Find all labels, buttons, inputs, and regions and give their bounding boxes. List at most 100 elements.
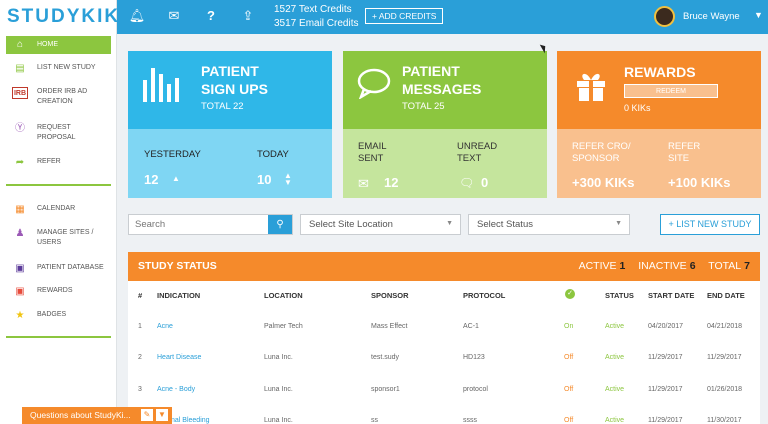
row-sponsor: sponsor1 <box>371 386 400 393</box>
site-location-value: Select Site Location <box>309 219 393 230</box>
messages-total: TOTAL 25 <box>402 101 445 112</box>
sidebar-item-request-proposal[interactable]: Ⓨ REQUEST PROPOSAL <box>6 123 111 143</box>
star-icon: ★ <box>15 310 25 321</box>
sidebar-divider <box>6 336 111 338</box>
sidebar-item-home[interactable]: ⌂ HOME <box>6 36 111 54</box>
study-status-header: STUDY STATUS ACTIVE 1 INACTIVE 6 TOTAL 7 <box>128 252 760 281</box>
bell-icon[interactable]: 🔔︎ <box>128 8 146 24</box>
chat-bubble-icon[interactable]: ✎ <box>141 409 153 421</box>
status-select[interactable]: Select Status ▼ <box>468 214 630 235</box>
avatar[interactable] <box>654 6 675 27</box>
list-icon: ▤ <box>15 63 25 74</box>
signups-card-header: PATIENT SIGN UPS TOTAL 22 <box>128 51 332 129</box>
chevron-down-icon: ▼ <box>446 220 453 227</box>
row-toggle[interactable]: Off <box>564 354 573 361</box>
sidebar-item-badges[interactable]: ★ BADGES <box>6 310 111 322</box>
sidebar-item-patient-database[interactable]: ▣ PATIENT DATABASE <box>6 263 111 275</box>
row-end-date: 11/30/2017 <box>707 417 742 424</box>
column-header[interactable]: LOCATION <box>264 291 303 300</box>
patient-signups-card[interactable]: PATIENT SIGN UPS TOTAL 22 YESTERDAY 12 ▲… <box>128 51 332 198</box>
chat-bubble-icon <box>357 67 391 104</box>
list-new-study-button[interactable]: + LIST NEW STUDY <box>660 214 760 235</box>
chevron-down-icon[interactable]: ▼ <box>156 409 168 421</box>
logo-area[interactable]: STUDYKIK <box>0 0 120 34</box>
messages-card-stats: EMAIL SENT ✉ 12 UNREAD TEXT 🗨︎ 0 <box>343 129 547 198</box>
column-header[interactable]: SPONSOR <box>371 291 409 300</box>
sidebar-item-refer[interactable]: ➦ REFER <box>6 157 111 169</box>
today-value: 10 <box>257 172 272 187</box>
users-icon: ♟ <box>15 228 25 239</box>
active-label[interactable]: ACTIVE <box>579 260 617 272</box>
add-credits-button[interactable]: + ADD CREDITS <box>365 8 444 24</box>
redeem-button[interactable]: REDEEM <box>624 84 718 98</box>
rewards-title: REWARDS <box>624 64 696 80</box>
chat-icons: ✎ ▼ <box>141 409 168 421</box>
column-header[interactable]: START DATE <box>648 291 694 300</box>
unread-text-label: UNREAD TEXT <box>457 141 498 164</box>
upload-icon[interactable]: ⇪ <box>239 8 257 24</box>
column-header[interactable]: STATUS <box>605 291 634 300</box>
kiks-balance: 0 KIKs <box>624 103 651 113</box>
row-indication[interactable]: Acne - Body <box>157 386 195 393</box>
row-indication[interactable]: Acne <box>157 323 173 330</box>
bar-chart-icon <box>142 66 186 107</box>
column-header[interactable]: END DATE <box>707 291 745 300</box>
app-logo[interactable]: STUDYKIK <box>7 6 120 28</box>
row-location: Luna Inc. <box>264 417 293 424</box>
row-number: 3 <box>138 386 142 393</box>
sidebar-item-calendar[interactable]: ▦ CALENDAR <box>6 204 111 216</box>
mail-icon[interactable]: ✉ <box>165 8 183 24</box>
status-value: Select Status <box>477 219 533 230</box>
chat-widget[interactable]: Questions about StudyKi... ✎ ▼ <box>22 407 172 424</box>
unread-text-value: 0 <box>481 175 489 190</box>
sidebar-item-manage-sites[interactable]: ♟ MANAGE SITES / USERS <box>6 228 111 248</box>
patient-messages-card[interactable]: PATIENT MESSAGES TOTAL 25 EMAIL SENT ✉ 1… <box>343 51 547 198</box>
messages-title-line2: MESSAGES <box>402 81 482 97</box>
total-label[interactable]: TOTAL <box>708 260 741 272</box>
user-name[interactable]: Bruce Wayne <box>683 11 740 22</box>
sidebar: ⌂ HOME ▤ LIST NEW STUDY IRB ORDER IRB AD… <box>0 34 117 424</box>
row-sponsor: ss <box>371 417 378 424</box>
rewards-card-stats: REFER CRO/ SPONSOR +300 KIKs REFER SITE … <box>557 129 761 198</box>
chat-label: Questions about StudyKi... <box>30 410 131 420</box>
text-credits: 1527 Text Credits <box>274 4 352 15</box>
column-header[interactable]: INDICATION <box>157 291 200 300</box>
sidebar-item-rewards[interactable]: ▣ REWARDS <box>6 286 111 298</box>
column-header[interactable]: PROTOCOL <box>463 291 505 300</box>
row-toggle[interactable]: Off <box>564 417 573 424</box>
help-icon[interactable]: ? <box>202 8 220 23</box>
total-count: 7 <box>744 260 750 272</box>
inactive-label[interactable]: INACTIVE <box>638 260 686 272</box>
column-header: # <box>138 291 143 300</box>
row-sponsor: test.sudy <box>371 354 400 361</box>
sidebar-divider <box>6 184 111 186</box>
database-icon: ▣ <box>15 263 25 274</box>
proposal-icon: Ⓨ <box>15 123 25 134</box>
row-location: Luna Inc. <box>264 354 293 361</box>
row-start-date: 11/29/2017 <box>648 354 683 361</box>
active-count: 1 <box>619 260 626 272</box>
sidebar-item-label: LIST NEW STUDY <box>37 64 96 71</box>
site-location-select[interactable]: Select Site Location ▼ <box>300 214 461 235</box>
yesterday-value: 12 <box>144 172 159 187</box>
refer-icon: ➦ <box>15 157 25 168</box>
row-end-date: 11/29/2017 <box>707 354 742 361</box>
search-icon[interactable]: ⚲ <box>268 215 292 234</box>
sidebar-item-label: CALENDAR <box>37 205 76 212</box>
messages-title: PATIENT MESSAGES <box>402 62 481 98</box>
sidebar-item-label: ORDER IRB AD CREATION <box>37 88 88 105</box>
row-status: Active <box>605 386 625 393</box>
sidebar-item-label: HOME <box>37 41 58 48</box>
messages-title-line1: PATIENT <box>402 63 460 79</box>
chevron-down-icon[interactable]: ▼ <box>754 10 763 20</box>
row-toggle[interactable]: Off <box>564 386 573 393</box>
gift-icon <box>574 68 608 107</box>
row-status: Active <box>605 323 625 330</box>
sidebar-item-order-irb[interactable]: IRB ORDER IRB AD CREATION <box>6 87 111 107</box>
messages-card-header: PATIENT MESSAGES TOTAL 25 <box>343 51 547 129</box>
row-toggle[interactable]: On <box>564 323 573 330</box>
row-number: 2 <box>138 354 142 361</box>
rewards-card[interactable]: REWARDS REDEEM 0 KIKs REFER CRO/ SPONSOR… <box>557 51 761 198</box>
row-indication[interactable]: Heart Disease <box>157 354 201 361</box>
sidebar-item-list-new-study[interactable]: ▤ LIST NEW STUDY <box>6 63 111 75</box>
